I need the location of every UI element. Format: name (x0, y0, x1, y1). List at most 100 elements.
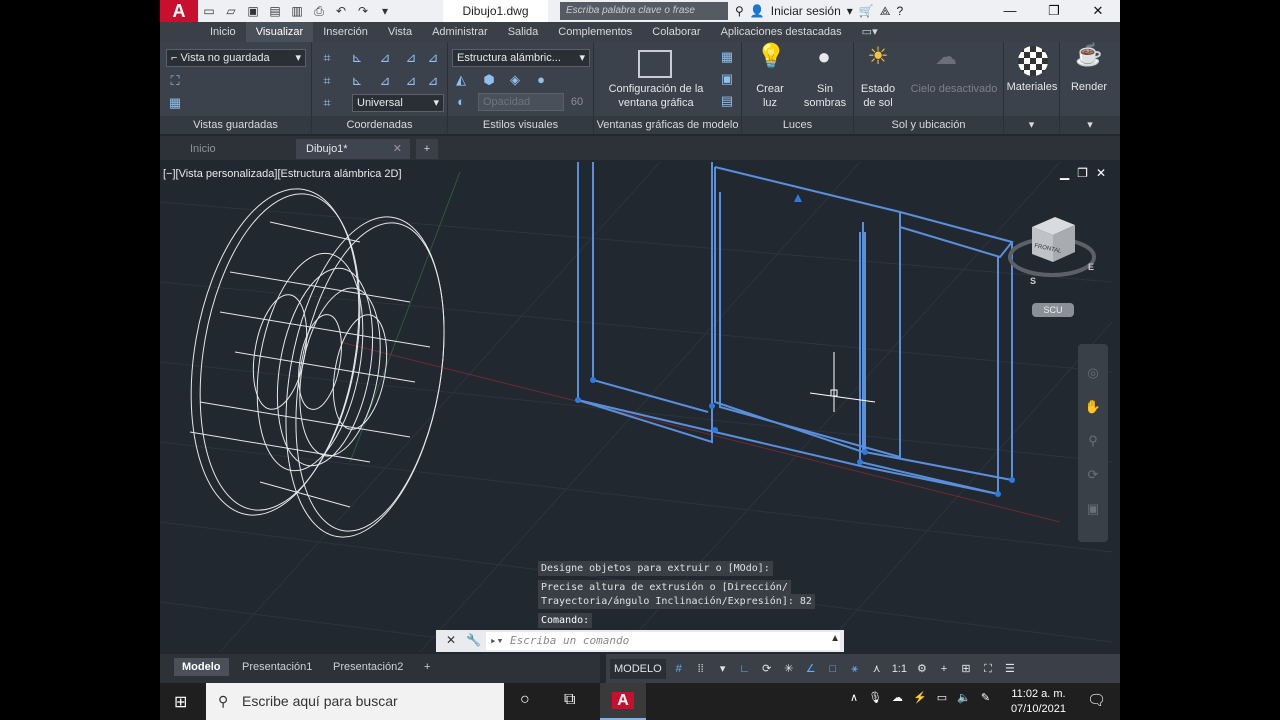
customize-qat-icon[interactable]: ▾ (376, 3, 394, 19)
ucs-view-icon[interactable]: ⌗ (318, 72, 336, 90)
add-layout-icon[interactable]: + (416, 658, 438, 676)
notifications-icon[interactable]: 🗨 (1087, 691, 1106, 709)
ucs-y-icon[interactable]: ⊿ (402, 49, 420, 67)
command-input[interactable]: ▸▾ Escriba un comando (486, 632, 840, 650)
pen-icon[interactable]: ✎ (981, 691, 990, 704)
tab-visualizar[interactable]: Visualizar (245, 22, 314, 42)
plot-icon[interactable]: ⎙ (310, 3, 328, 19)
join-viewports-icon[interactable]: ▣ (718, 70, 736, 88)
minimize-icon[interactable]: — (988, 0, 1032, 22)
autocad-taskbar-icon[interactable]: A (600, 683, 646, 720)
chevron-down-icon[interactable]: ▾ (714, 659, 732, 679)
user-icon[interactable]: 👤 (750, 4, 765, 18)
close-icon[interactable]: ✕ (1096, 166, 1106, 180)
layout-tab-presentation2[interactable]: Presentación2 (325, 658, 411, 676)
pan-icon[interactable]: ✋ (1084, 398, 1102, 416)
redo-icon[interactable]: ↷ (354, 3, 372, 19)
task-view-icon[interactable]: ⧉ (564, 691, 575, 709)
osnap-track-icon[interactable]: ∠ (802, 659, 820, 679)
ucs-icon-props-icon[interactable]: ⌗ (318, 94, 336, 112)
face-style-icon[interactable]: ⬢ (480, 71, 498, 89)
saved-view-select[interactable]: ⌐ Vista no guardada ▾ (166, 49, 306, 67)
sign-in-link[interactable]: Iniciar sesión (771, 4, 841, 18)
cloud-icon[interactable]: ▥ (288, 3, 306, 19)
view-manager-icon[interactable]: ⛶ (166, 72, 184, 90)
polar-icon[interactable]: ⟳ (758, 659, 776, 679)
materials-expand-icon[interactable]: ▾ (1004, 116, 1059, 134)
grid-icon[interactable]: # (670, 659, 688, 679)
create-light-button[interactable]: Crear luz (748, 82, 792, 110)
panel-title-saved-views[interactable]: Vistas guardadas (160, 116, 311, 134)
cortana-icon[interactable]: ○ (520, 691, 530, 709)
onedrive-icon[interactable]: ☁ (892, 691, 903, 704)
render-expand-icon[interactable]: ▾ (1060, 116, 1120, 134)
autocad-logo-icon[interactable]: A (160, 0, 198, 22)
keyword-search-input[interactable]: Escriba palabra clave o frase (560, 2, 728, 20)
ucs-icon[interactable]: ⌗ (318, 49, 336, 67)
ucs-object-icon[interactable]: ⊾ (348, 72, 366, 90)
open-file-icon[interactable]: ▱ (222, 3, 240, 19)
panel-title-visual-styles[interactable]: Estilos visuales (448, 116, 593, 134)
ucs-z-icon[interactable]: ⊿ (424, 49, 442, 67)
snap-icon[interactable]: ⁞⁞ (692, 659, 710, 679)
taskbar-clock[interactable]: 11:02 a. m. 07/10/2021 (1011, 687, 1066, 717)
visual-style-select[interactable]: Estructura alámbric... ▾ (452, 49, 590, 67)
doc-tab-drawing[interactable]: Dibujo1* ✕ (296, 139, 410, 159)
opacity-slider[interactable]: Opacidad (478, 93, 564, 111)
ucs-zaxis-icon[interactable]: ⊿ (424, 72, 442, 90)
ortho-icon[interactable]: ∟ (736, 659, 754, 679)
sky-off-button[interactable]: Cielo desactivado (904, 82, 1004, 96)
materials-button[interactable]: Materiales (1004, 80, 1060, 94)
cart-icon[interactable]: 🛒 (859, 4, 874, 18)
zoom-icon[interactable]: ⚲ (1084, 432, 1102, 450)
chevron-down-icon[interactable]: ▾ (847, 4, 853, 18)
power-icon[interactable]: ⚡ (913, 691, 927, 704)
osnap-icon[interactable]: □ (824, 659, 842, 679)
minimize-icon[interactable]: ▁ (1060, 166, 1069, 180)
tab-aplicaciones[interactable]: Aplicaciones destacadas (711, 22, 852, 42)
render-button[interactable]: Render (1060, 80, 1118, 94)
network-icon[interactable]: ▭ (937, 691, 947, 704)
ucs-select[interactable]: Universal ▾ (352, 94, 444, 112)
windows-start-icon[interactable]: ⊞ (174, 692, 187, 712)
layout-tab-presentation1[interactable]: Presentación1 (234, 658, 320, 676)
viewport-config-icon[interactable] (638, 50, 672, 78)
named-viewports-icon[interactable]: ▦ (718, 48, 736, 66)
doc-tab-start[interactable]: Inicio (180, 139, 290, 159)
isolate-objects-icon[interactable]: ⊞ (957, 659, 975, 679)
tab-administrar[interactable]: Administrar (422, 22, 498, 42)
edge-effects-icon[interactable]: ◭ (452, 71, 470, 89)
drawing-viewport[interactable]: [−][Vista personalizada][Estructura alám… (160, 162, 1112, 652)
color-icon[interactable]: ● (532, 71, 550, 89)
restore-viewport-icon[interactable]: ▤ (718, 92, 736, 110)
sun-state-button[interactable]: Estado de sol (854, 82, 902, 110)
close-icon[interactable]: ✕ (393, 139, 402, 159)
gear-icon[interactable]: ⚙ (913, 659, 931, 679)
microphone-icon[interactable]: 🎙 (868, 691, 882, 704)
viewport-config-button[interactable]: Configuración de la ventana gráfica (598, 82, 714, 110)
named-views-icon[interactable]: ▦ (166, 94, 184, 112)
no-shadows-button[interactable]: Sin sombras (800, 82, 850, 110)
new-file-icon[interactable]: ▭ (200, 3, 218, 19)
wrench-icon[interactable]: 🔧 (466, 633, 481, 647)
panel-title-lights[interactable]: Luces (742, 116, 853, 134)
close-icon[interactable]: ✕ (1076, 0, 1120, 22)
undo-icon[interactable]: ↶ (332, 3, 350, 19)
tab-vista[interactable]: Vista (378, 22, 422, 42)
ucs-origin-icon[interactable]: ⊾ (348, 49, 366, 67)
xray-toggle-icon[interactable]: ◐ (452, 93, 470, 111)
exchange-icon[interactable]: ⟁ (880, 4, 891, 19)
chevron-up-icon[interactable]: ∧ (850, 691, 858, 704)
binoculars-icon[interactable]: ⚲ (735, 4, 744, 18)
orbit-icon[interactable]: ⟳ (1084, 466, 1102, 484)
annotation-visibility-icon[interactable]: ⚹ (846, 659, 864, 679)
chevron-up-icon[interactable]: ▲ (830, 633, 840, 644)
fullscreen-icon[interactable]: ⛶ (979, 659, 997, 679)
layout-tab-model[interactable]: Modelo (174, 658, 229, 676)
tab-salida[interactable]: Salida (498, 22, 549, 42)
showmotion-icon[interactable]: ▣ (1084, 500, 1102, 518)
isodraft-icon[interactable]: ✳ (780, 659, 798, 679)
panel-title-sun[interactable]: Sol y ubicación (854, 116, 1003, 134)
model-space-toggle[interactable]: MODELO (610, 658, 666, 679)
ucs-menu-button[interactable]: SCU (1032, 303, 1074, 317)
